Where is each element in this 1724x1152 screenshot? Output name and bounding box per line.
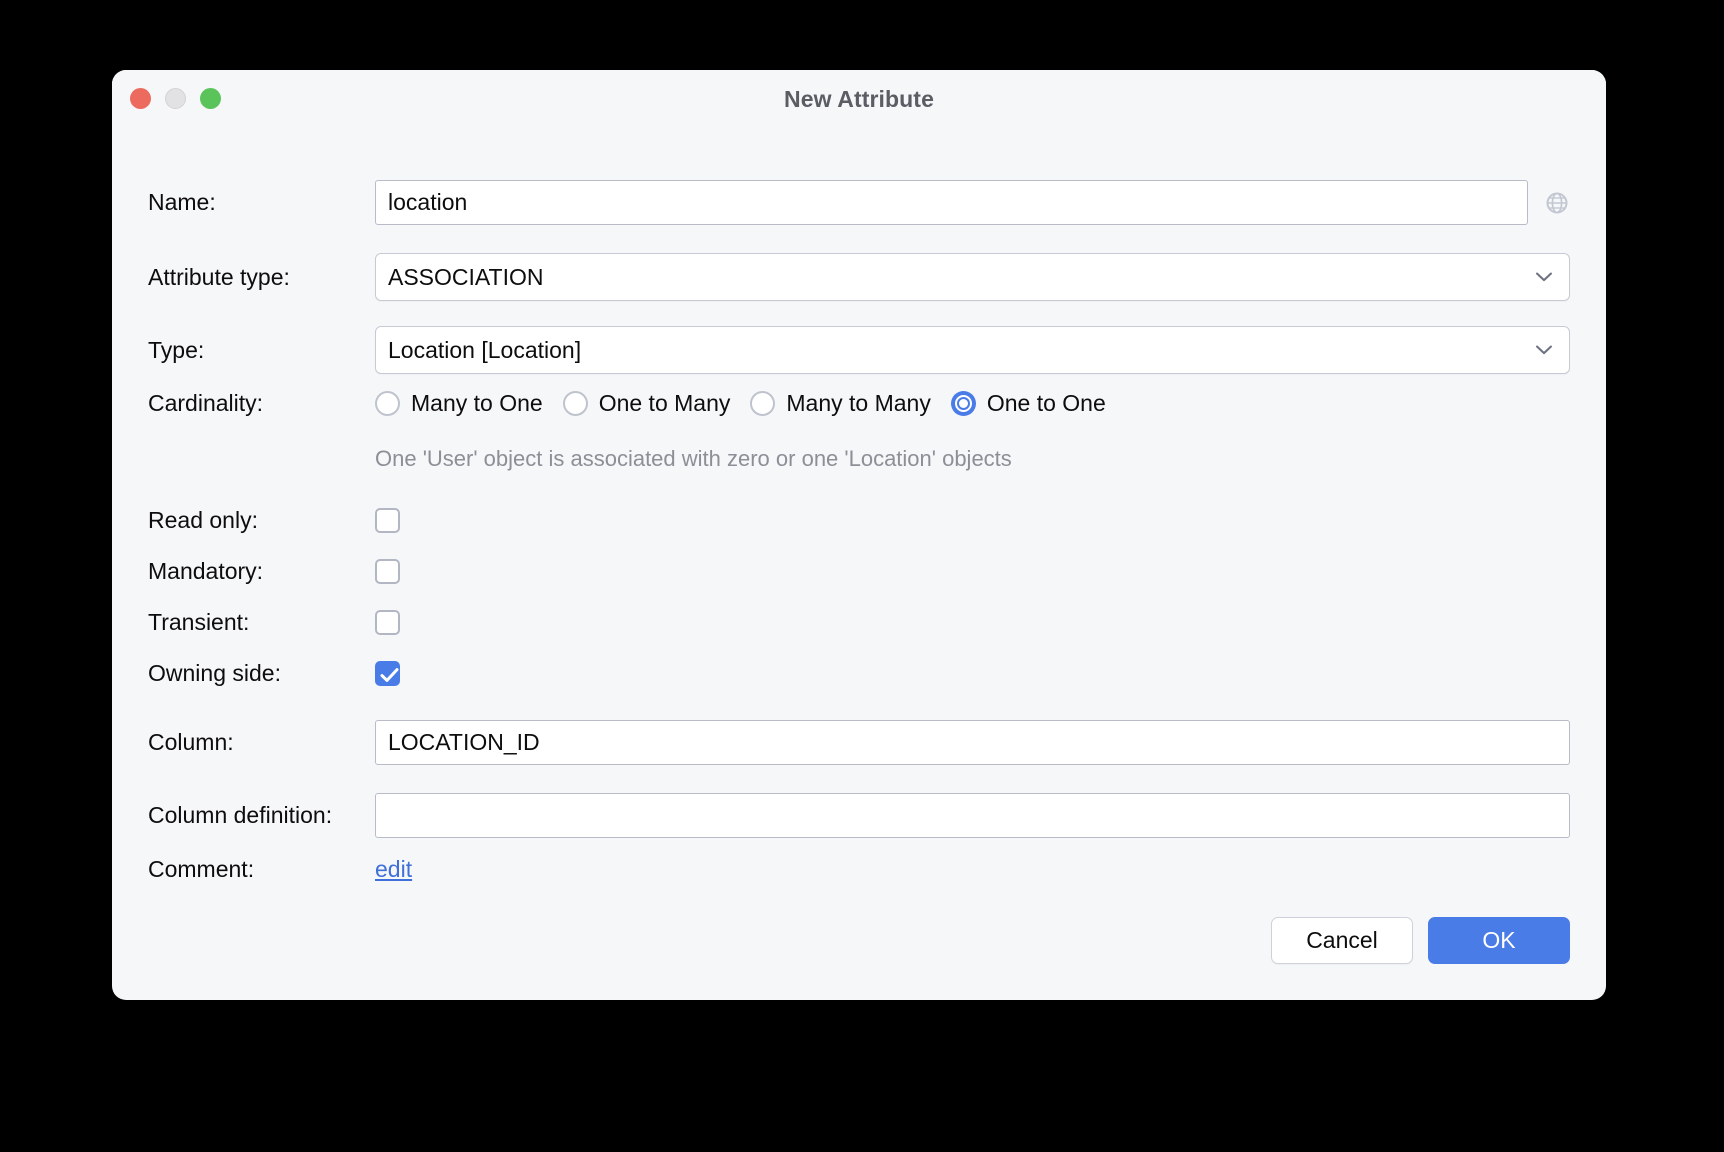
comment-label: Comment: xyxy=(148,856,255,882)
row-transient: Transient: xyxy=(148,610,1570,635)
owning-side-label: Owning side: xyxy=(148,660,281,686)
name-input[interactable] xyxy=(375,180,1528,225)
window-controls xyxy=(130,88,221,109)
name-label: Name: xyxy=(148,189,216,215)
attribute-type-value: ASSOCIATION xyxy=(388,263,544,290)
cardinality-label: Cardinality: xyxy=(148,390,264,416)
new-attribute-dialog: New Attribute Name: location Attribute t… xyxy=(112,70,1606,1000)
row-cardinality: Cardinality: Many to One One to Many Man… xyxy=(148,390,1570,417)
cancel-button[interactable]: Cancel xyxy=(1271,917,1413,964)
globe-icon[interactable] xyxy=(1544,190,1570,216)
ok-button[interactable]: OK xyxy=(1428,917,1570,964)
checkmark-icon xyxy=(380,668,399,682)
cardinality-radio-group: Many to One One to Many Many to Many One… xyxy=(375,390,1126,417)
comment-edit-link[interactable]: edit xyxy=(375,856,412,883)
radio-indicator-selected xyxy=(950,391,976,416)
close-button[interactable] xyxy=(130,88,151,109)
column-input[interactable] xyxy=(375,720,1570,765)
cardinality-hint: One 'User' object is associated with zer… xyxy=(375,446,1012,471)
attribute-type-select[interactable]: ASSOCIATION xyxy=(375,253,1570,301)
radio-label: One to Many xyxy=(598,390,731,416)
radio-label: Many to Many xyxy=(786,390,931,416)
attribute-type-label: Attribute type: xyxy=(148,263,290,290)
mandatory-label: Mandatory: xyxy=(148,558,264,584)
window-title: New Attribute xyxy=(784,85,934,112)
radio-label: Many to One xyxy=(411,390,543,416)
column-definition-label: Column definition: xyxy=(148,802,333,828)
chevron-down-icon xyxy=(1536,272,1552,282)
minimize-button[interactable] xyxy=(165,88,186,109)
row-mandatory: Mandatory: xyxy=(148,559,1570,584)
radio-indicator xyxy=(375,391,400,416)
radio-indicator xyxy=(562,391,588,416)
row-attribute-type: Attribute type: ASSOCIATION xyxy=(148,253,1570,301)
screen: New Attribute Name: location Attribute t… xyxy=(0,0,1724,1152)
read-only-checkbox[interactable] xyxy=(375,508,400,533)
radio-indicator xyxy=(750,391,776,416)
row-column: Column: xyxy=(148,720,1570,765)
column-label: Column: xyxy=(148,729,234,755)
dialog-body: Name: location Attribute type: ASSOCIATI… xyxy=(112,128,1606,1000)
row-column-definition: Column definition: xyxy=(148,793,1570,838)
row-type: Type: Location [Location] xyxy=(148,326,1570,374)
radio-many-to-many[interactable]: Many to Many xyxy=(750,390,931,417)
transient-label: Transient: xyxy=(148,609,250,635)
row-owning-side: Owning side: xyxy=(148,661,1570,686)
type-select[interactable]: Location [Location] xyxy=(375,326,1570,374)
read-only-label: Read only: xyxy=(148,507,258,533)
owning-side-checkbox[interactable] xyxy=(375,661,400,686)
mandatory-checkbox[interactable] xyxy=(375,559,400,584)
row-cardinality-hint: One 'User' object is associated with zer… xyxy=(148,446,1570,472)
column-definition-input[interactable] xyxy=(375,793,1570,838)
title-bar: New Attribute xyxy=(112,70,1606,128)
radio-one-to-one[interactable]: One to One xyxy=(950,390,1106,417)
transient-checkbox[interactable] xyxy=(375,610,400,635)
row-read-only: Read only: xyxy=(148,508,1570,533)
row-name: Name: xyxy=(148,180,1570,225)
chevron-down-icon xyxy=(1536,345,1552,355)
type-value: Location [Location] xyxy=(388,336,582,363)
row-comment: Comment: edit xyxy=(148,856,1570,883)
radio-one-to-many[interactable]: One to Many xyxy=(562,390,731,417)
zoom-button[interactable] xyxy=(200,88,221,109)
type-label: Type: xyxy=(148,336,205,363)
dialog-footer: Cancel OK xyxy=(1271,917,1570,964)
radio-label: One to One xyxy=(986,390,1106,416)
radio-many-to-one[interactable]: Many to One xyxy=(375,390,543,417)
